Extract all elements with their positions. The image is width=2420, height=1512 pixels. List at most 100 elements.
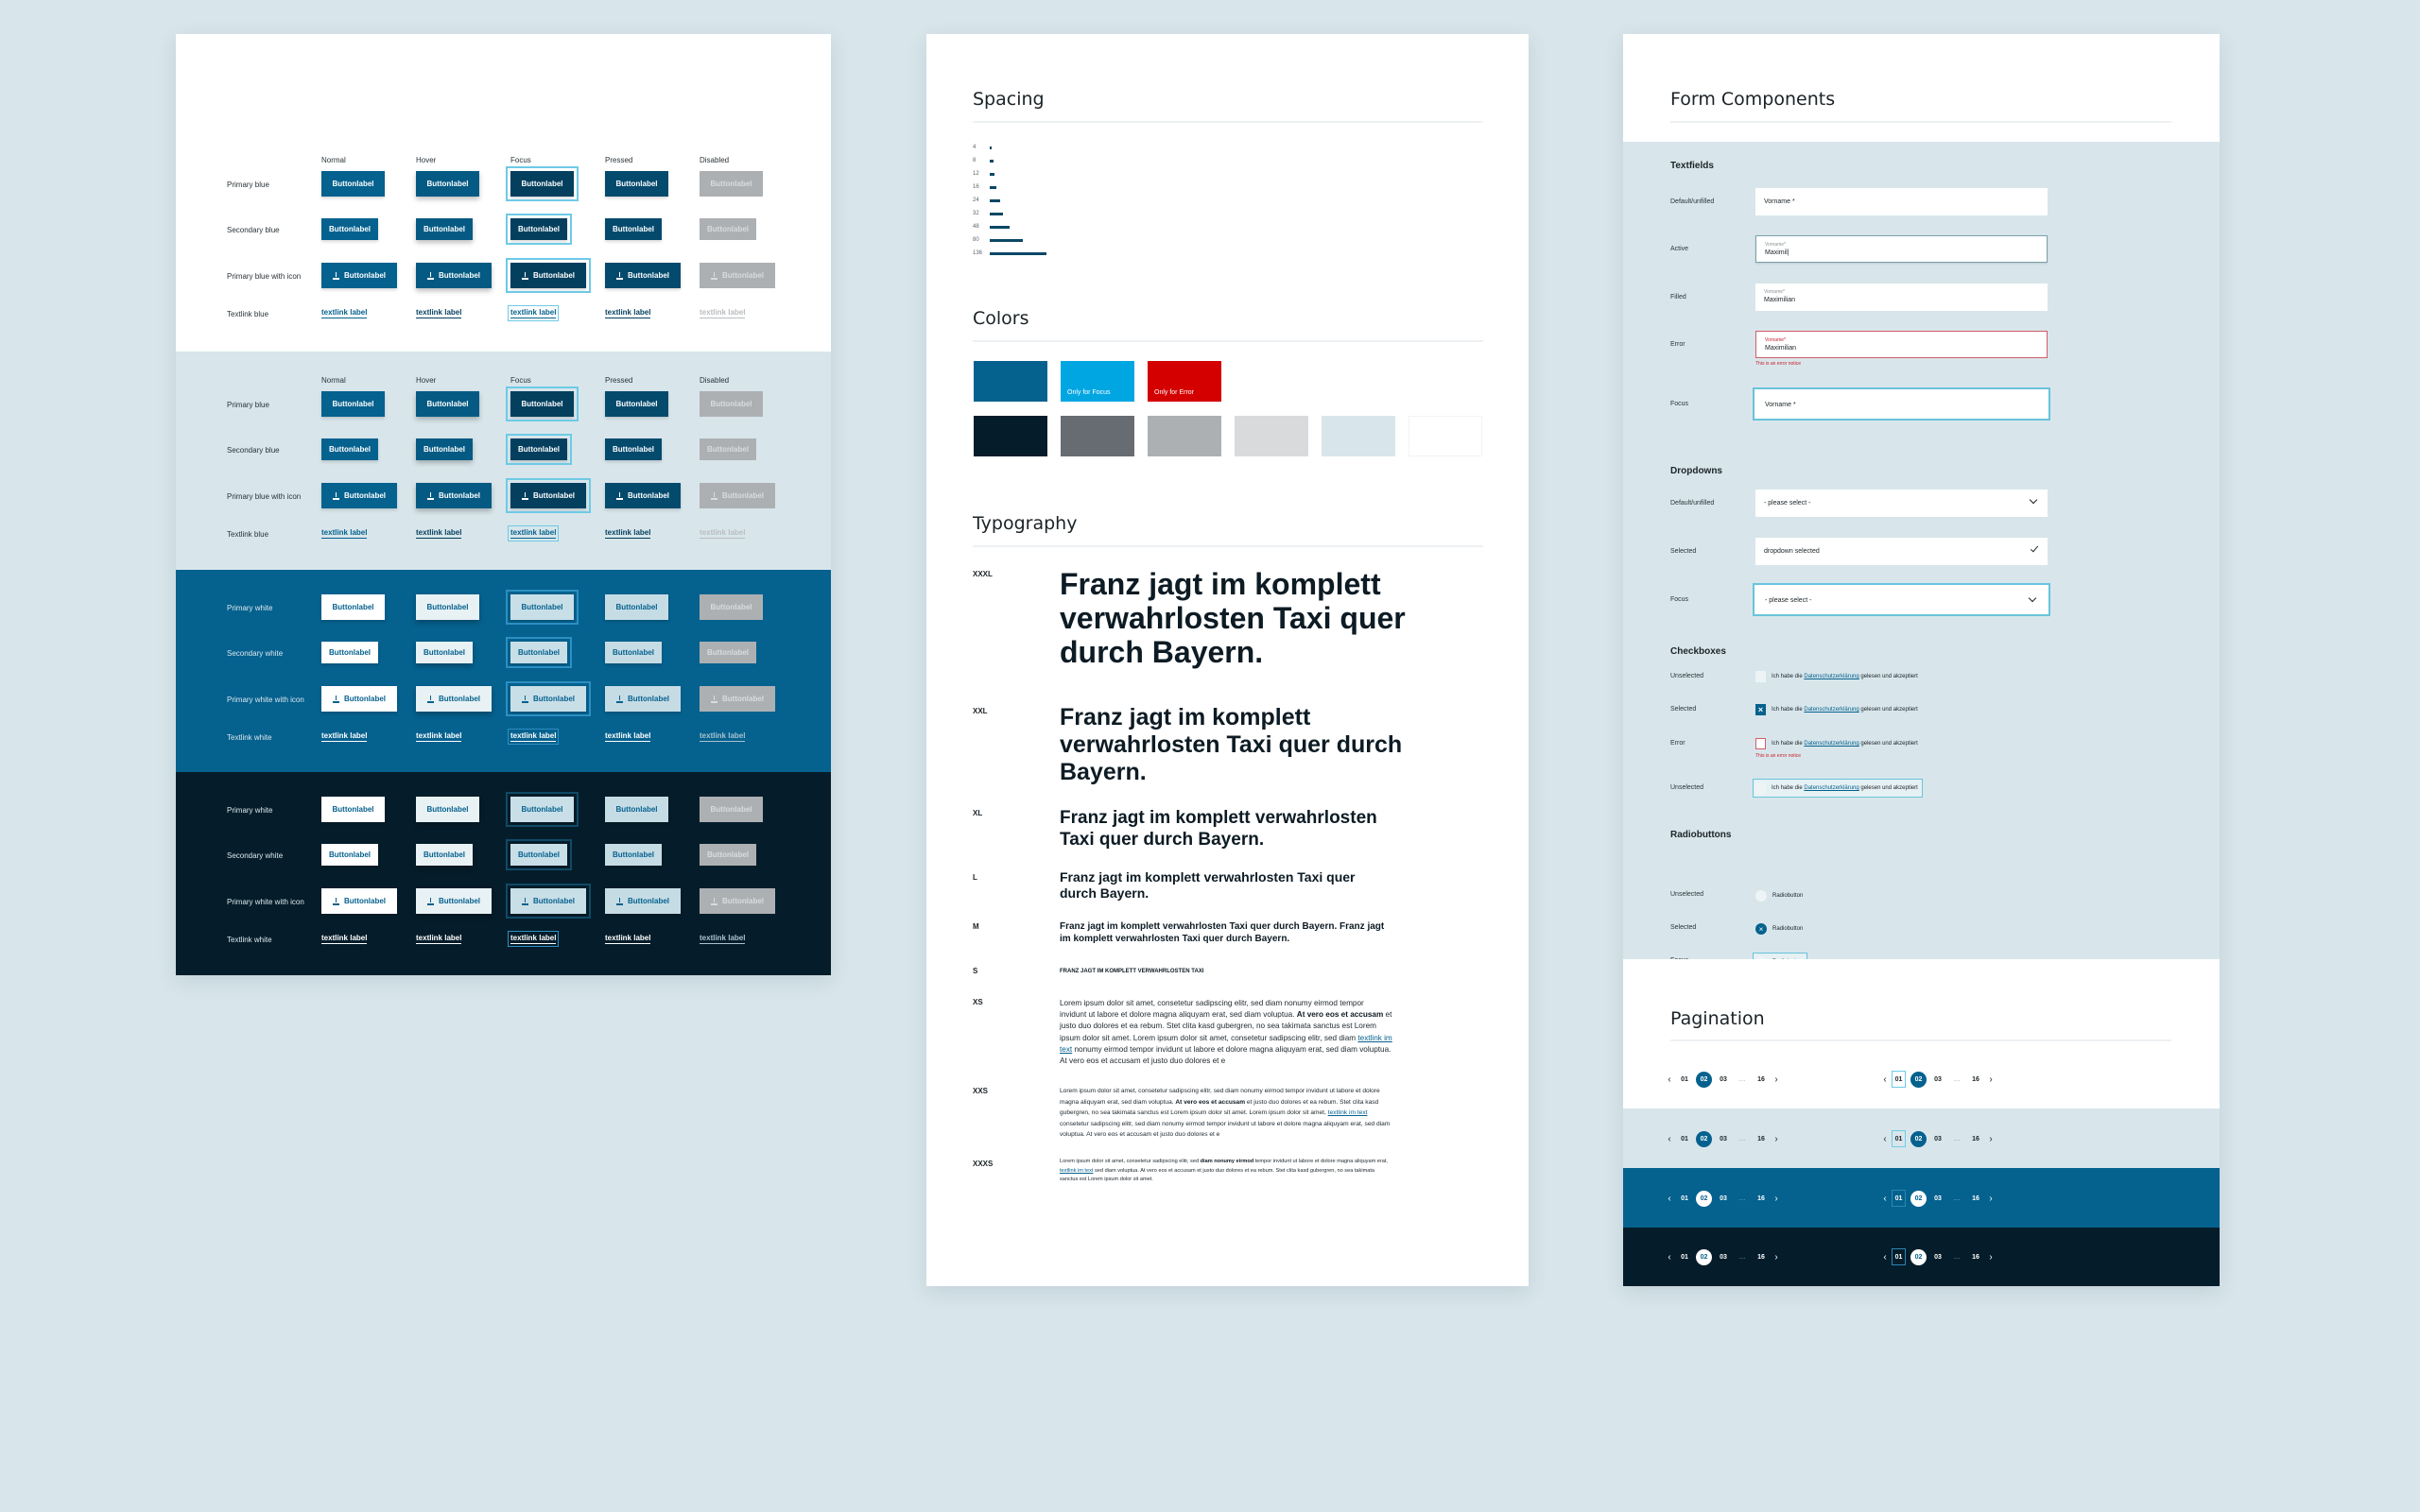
secondary-button-hover[interactable]: Buttonlabel bbox=[416, 218, 473, 240]
page-link[interactable]: 03 bbox=[1929, 1195, 1946, 1202]
chevron-left-icon[interactable]: ‹ bbox=[1663, 1074, 1676, 1085]
secondary-button-normal[interactable]: Buttonlabel bbox=[321, 844, 378, 866]
dropdown-default[interactable]: - please select - bbox=[1755, 490, 2048, 517]
page-focused[interactable]: 01 bbox=[1892, 1190, 1906, 1207]
chevron-left-icon[interactable]: ‹ bbox=[1878, 1134, 1892, 1144]
chevron-right-icon[interactable]: › bbox=[1984, 1074, 1997, 1085]
primary-button-hover[interactable]: Buttonlabel bbox=[416, 594, 479, 620]
textfield-default[interactable]: Vorname * bbox=[1755, 188, 2048, 215]
secondary-button-pressed[interactable]: Buttonlabel bbox=[605, 438, 662, 460]
primary-button-pressed[interactable]: Buttonlabel bbox=[605, 797, 668, 822]
page-current[interactable]: 02 bbox=[1910, 1248, 1927, 1265]
inline-textlink[interactable]: textlink im text bbox=[1328, 1109, 1368, 1116]
secondary-button-pressed[interactable]: Buttonlabel bbox=[605, 844, 662, 866]
chevron-right-icon[interactable]: › bbox=[1770, 1252, 1783, 1263]
icon-button-hover[interactable]: Buttonlabel bbox=[416, 483, 492, 508]
chevron-right-icon[interactable]: › bbox=[1984, 1134, 1997, 1144]
checkbox-box[interactable]: × bbox=[1755, 704, 1766, 715]
checkbox-box[interactable] bbox=[1755, 782, 1766, 794]
primary-button-pressed[interactable]: Buttonlabel bbox=[605, 594, 668, 620]
chevron-left-icon[interactable]: ‹ bbox=[1878, 1074, 1892, 1085]
textlink-hover[interactable]: textlink label bbox=[416, 528, 462, 539]
dropdown-selected[interactable]: dropdown selected bbox=[1755, 538, 2048, 565]
page-current[interactable]: 02 bbox=[1910, 1190, 1927, 1207]
textfield-error[interactable]: Vorname* Maximilian bbox=[1755, 331, 2048, 358]
privacy-policy-link[interactable]: Datenschutzerklärung bbox=[1804, 785, 1858, 791]
textfield-focus[interactable]: Vorname * bbox=[1753, 387, 2050, 421]
radiobutton-selected[interactable]: × Radiobutton bbox=[1755, 922, 1803, 936]
secondary-button-normal[interactable]: Buttonlabel bbox=[321, 438, 378, 460]
textlink-pressed[interactable]: textlink label bbox=[605, 308, 651, 318]
privacy-policy-link[interactable]: Datenschutzerklärung bbox=[1804, 674, 1858, 679]
radio-circle[interactable]: × bbox=[1755, 923, 1767, 935]
icon-button-focus[interactable]: Buttonlabel bbox=[506, 681, 591, 716]
icon-button-pressed[interactable]: Buttonlabel bbox=[605, 888, 681, 914]
page-link[interactable]: 16 bbox=[1967, 1254, 1984, 1261]
chevron-left-icon[interactable]: ‹ bbox=[1663, 1134, 1676, 1144]
chevron-left-icon[interactable]: ‹ bbox=[1663, 1194, 1676, 1204]
textlink-focus[interactable]: textlink label bbox=[507, 931, 560, 947]
icon-button-pressed[interactable]: Buttonlabel bbox=[605, 686, 681, 712]
textlink-normal[interactable]: textlink label bbox=[321, 731, 368, 742]
textlink-normal[interactable]: textlink label bbox=[321, 308, 368, 318]
icon-button-hover[interactable]: Buttonlabel bbox=[416, 686, 492, 712]
chevron-right-icon[interactable]: › bbox=[1770, 1074, 1783, 1085]
textlink-focus[interactable]: textlink label bbox=[507, 305, 560, 321]
textlink-focus[interactable]: textlink label bbox=[507, 729, 560, 745]
primary-button-focus[interactable]: Buttonlabel bbox=[506, 166, 579, 201]
page-link[interactable]: 16 bbox=[1753, 1254, 1770, 1261]
checkbox-error[interactable]: Ich habe die Datenschutzerklärung gelese… bbox=[1755, 737, 1918, 750]
secondary-button-pressed[interactable]: Buttonlabel bbox=[605, 642, 662, 663]
icon-button-normal[interactable]: Buttonlabel bbox=[321, 888, 397, 914]
page-link[interactable]: 01 bbox=[1676, 1254, 1693, 1261]
secondary-button-focus[interactable]: Buttonlabel bbox=[506, 434, 572, 465]
primary-button-focus[interactable]: Buttonlabel bbox=[506, 590, 579, 625]
textlink-hover[interactable]: textlink label bbox=[416, 934, 462, 944]
page-focused[interactable]: 01 bbox=[1892, 1130, 1906, 1147]
page-link[interactable]: 16 bbox=[1967, 1195, 1984, 1202]
textlink-focus[interactable]: textlink label bbox=[507, 525, 560, 541]
textfield-filled[interactable]: Vorname* Maximilian bbox=[1755, 284, 2048, 311]
page-current[interactable]: 02 bbox=[1910, 1071, 1927, 1088]
dropdown-focus[interactable]: - please select - bbox=[1753, 583, 2050, 616]
textlink-hover[interactable]: textlink label bbox=[416, 308, 462, 318]
primary-button-pressed[interactable]: Buttonlabel bbox=[605, 171, 668, 197]
primary-button-hover[interactable]: Buttonlabel bbox=[416, 391, 479, 417]
icon-button-focus[interactable]: Buttonlabel bbox=[506, 478, 591, 513]
page-link[interactable]: 03 bbox=[1715, 1136, 1732, 1143]
chevron-right-icon[interactable]: › bbox=[1984, 1194, 1997, 1204]
checkbox-box[interactable] bbox=[1755, 671, 1766, 682]
primary-button-pressed[interactable]: Buttonlabel bbox=[605, 391, 668, 417]
chevron-left-icon[interactable]: ‹ bbox=[1878, 1194, 1892, 1204]
icon-button-hover[interactable]: Buttonlabel bbox=[416, 263, 492, 288]
icon-button-focus[interactable]: Buttonlabel bbox=[506, 258, 591, 293]
secondary-button-pressed[interactable]: Buttonlabel bbox=[605, 218, 662, 240]
textlink-pressed[interactable]: textlink label bbox=[605, 731, 651, 742]
chevron-right-icon[interactable]: › bbox=[1984, 1252, 1997, 1263]
icon-button-pressed[interactable]: Buttonlabel bbox=[605, 263, 681, 288]
secondary-button-focus[interactable]: Buttonlabel bbox=[506, 637, 572, 668]
radiobutton-unselected[interactable]: Radiobutton bbox=[1755, 889, 1803, 902]
icon-button-focus[interactable]: Buttonlabel bbox=[506, 884, 591, 919]
textlink-pressed[interactable]: textlink label bbox=[605, 934, 651, 944]
privacy-policy-link[interactable]: Datenschutzerklärung bbox=[1804, 707, 1858, 713]
page-link[interactable]: 01 bbox=[1676, 1195, 1693, 1202]
secondary-button-hover[interactable]: Buttonlabel bbox=[416, 642, 473, 663]
chevron-right-icon[interactable]: › bbox=[1770, 1134, 1783, 1144]
secondary-button-normal[interactable]: Buttonlabel bbox=[321, 642, 378, 663]
page-link[interactable]: 01 bbox=[1676, 1136, 1693, 1143]
secondary-button-normal[interactable]: Buttonlabel bbox=[321, 218, 378, 240]
page-link[interactable]: 03 bbox=[1929, 1076, 1946, 1083]
page-current[interactable]: 02 bbox=[1696, 1071, 1712, 1088]
privacy-policy-link[interactable]: Datenschutzerklärung bbox=[1804, 741, 1858, 747]
page-link[interactable]: 03 bbox=[1929, 1136, 1946, 1143]
secondary-button-hover[interactable]: Buttonlabel bbox=[416, 844, 473, 866]
textlink-pressed[interactable]: textlink label bbox=[605, 528, 651, 539]
chevron-right-icon[interactable]: › bbox=[1770, 1194, 1783, 1204]
primary-button-focus[interactable]: Buttonlabel bbox=[506, 792, 579, 827]
primary-button-normal[interactable]: Buttonlabel bbox=[321, 391, 385, 417]
icon-button-pressed[interactable]: Buttonlabel bbox=[605, 483, 681, 508]
primary-button-hover[interactable]: Buttonlabel bbox=[416, 171, 479, 197]
icon-button-normal[interactable]: Buttonlabel bbox=[321, 483, 397, 508]
page-link[interactable]: 01 bbox=[1676, 1076, 1693, 1083]
